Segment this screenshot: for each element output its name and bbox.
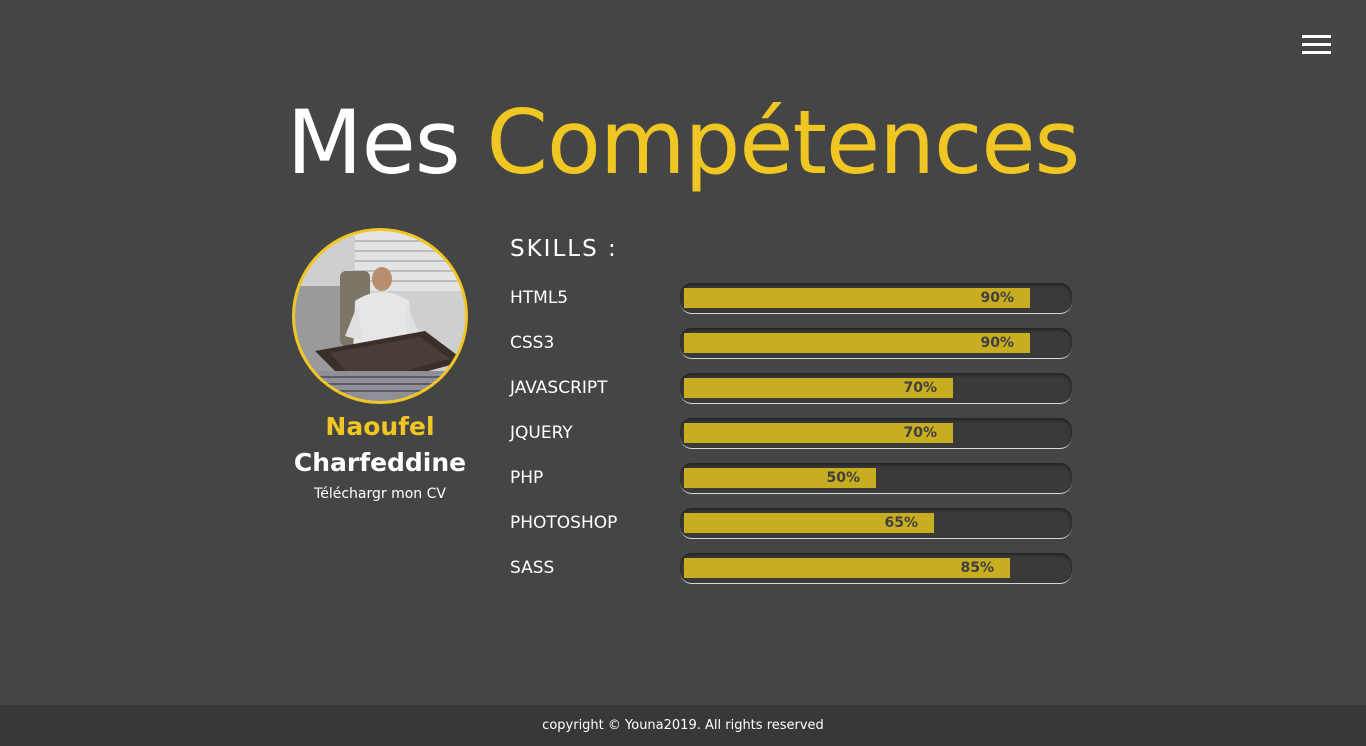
skill-name: JQUERY [510, 423, 573, 443]
skills-section: SKILLS : HTML5 90% CSS3 90% JAVASCRIPT 70% JQU… [510, 233, 1080, 598]
menu-line [1302, 51, 1331, 54]
skill-progress-fill: 50% [684, 468, 876, 488]
page-title-part2: Compétences [486, 91, 1081, 194]
copyright-text: copyright © Youna2019. All rights reserv… [542, 718, 824, 733]
skill-progress-fill: 90% [684, 288, 1030, 308]
skill-progress-track: 50% [680, 463, 1072, 494]
skill-progress-track: 70% [680, 418, 1072, 449]
skill-row: JQUERY 70% [510, 418, 1080, 463]
skill-name: JAVASCRIPT [510, 378, 608, 398]
skill-progress-fill: 90% [684, 333, 1030, 353]
menu-line [1302, 43, 1331, 46]
profile-photo [295, 231, 465, 401]
avatar [292, 228, 468, 404]
skill-progress-track: 65% [680, 508, 1072, 539]
page-title-part1: Mes [286, 91, 461, 194]
page-title: Mes Compétences [0, 88, 1366, 198]
skill-row: CSS3 90% [510, 328, 1080, 373]
skill-row: PHP 50% [510, 463, 1080, 508]
skill-row: SASS 85% [510, 553, 1080, 598]
skill-name: HTML5 [510, 288, 569, 308]
skill-row: JAVASCRIPT 70% [510, 373, 1080, 418]
skill-progress-track: 90% [680, 328, 1072, 359]
skill-name: PHP [510, 468, 544, 488]
first-name: Naoufel [325, 412, 435, 441]
skills-heading: SKILLS : [510, 236, 618, 262]
hamburger-menu-icon[interactable] [1302, 35, 1332, 55]
skill-progress-track: 90% [680, 283, 1072, 314]
skill-name: CSS3 [510, 333, 555, 353]
skill-progress-fill: 65% [684, 513, 934, 533]
skill-name: PHOTOSHOP [510, 513, 618, 533]
skill-progress-fill: 70% [684, 423, 953, 443]
skill-list: HTML5 90% CSS3 90% JAVASCRIPT 70% JQUERY 70% PHP… [510, 283, 1080, 598]
skill-progress-fill: 70% [684, 378, 953, 398]
skill-progress-track: 70% [680, 373, 1072, 404]
skill-name: SASS [510, 558, 555, 578]
menu-line [1302, 35, 1331, 38]
footer: copyright © Youna2019. All rights reserv… [0, 705, 1366, 746]
skill-row: HTML5 90% [510, 283, 1080, 328]
profile-card: Naoufel Charfeddine Téléchargr mon CV [290, 228, 470, 502]
download-cv-link[interactable]: Téléchargr mon CV [314, 486, 446, 502]
skill-progress-fill: 85% [684, 558, 1010, 578]
skill-progress-track: 85% [680, 553, 1072, 584]
skill-row: PHOTOSHOP 65% [510, 508, 1080, 553]
last-name: Charfeddine [293, 448, 467, 477]
